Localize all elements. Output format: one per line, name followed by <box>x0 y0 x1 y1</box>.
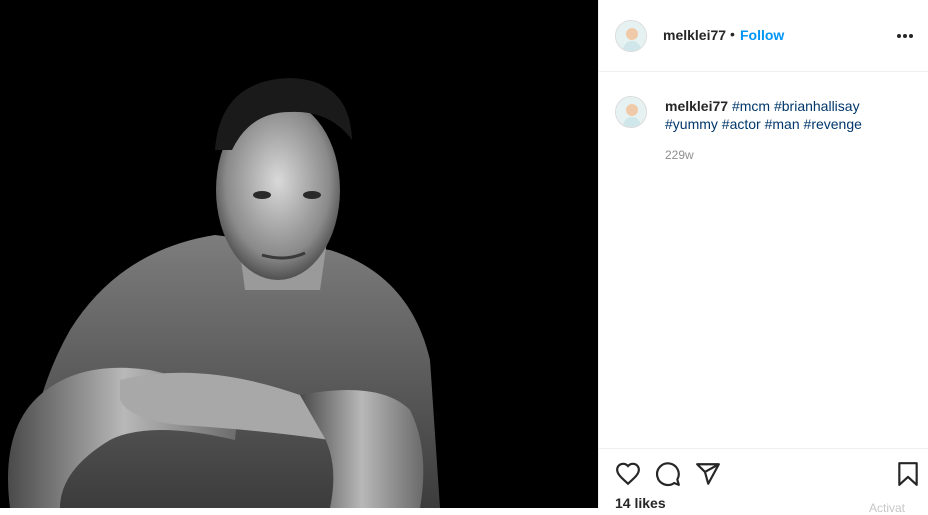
hashtag-link[interactable]: #revenge <box>804 116 862 132</box>
follow-button[interactable]: Follow <box>740 27 784 43</box>
avatar-image <box>616 21 646 51</box>
heart-icon[interactable] <box>615 461 641 487</box>
post-timestamp[interactable]: 229w <box>665 148 694 162</box>
hashtag-link[interactable]: #brianhallisay <box>774 98 860 114</box>
hashtag-link[interactable]: #yummy <box>665 116 718 132</box>
hashtag-link[interactable]: #actor <box>722 116 761 132</box>
avatar[interactable] <box>615 96 647 128</box>
activate-watermark: Activat <box>869 501 906 515</box>
action-bar: 14 likes Activat <box>599 448 928 515</box>
avatar-image <box>616 97 646 127</box>
bookmark-icon[interactable] <box>895 461 921 487</box>
post-username[interactable]: melklei77 <box>663 27 726 43</box>
portrait-photo-image <box>0 0 598 508</box>
post-side-panel: melklei77 • Follow melklei77 #mcm #brian… <box>598 0 928 515</box>
comment-icon[interactable] <box>655 461 681 487</box>
hashtag-link[interactable]: #man <box>765 116 800 132</box>
hashtag-link[interactable]: #mcm <box>732 98 770 114</box>
caption-username[interactable]: melklei77 <box>665 98 728 114</box>
separator-dot: • <box>730 26 735 42</box>
post-photo[interactable] <box>0 0 598 508</box>
likes-count[interactable]: 14 likes <box>615 495 666 511</box>
avatar[interactable] <box>615 20 647 52</box>
post-header: melklei77 • Follow <box>599 0 928 72</box>
more-options-icon[interactable] <box>893 24 917 48</box>
share-icon[interactable] <box>695 461 721 487</box>
caption-text: melklei77 #mcm #brianhallisay #yummy #ac… <box>665 97 905 133</box>
